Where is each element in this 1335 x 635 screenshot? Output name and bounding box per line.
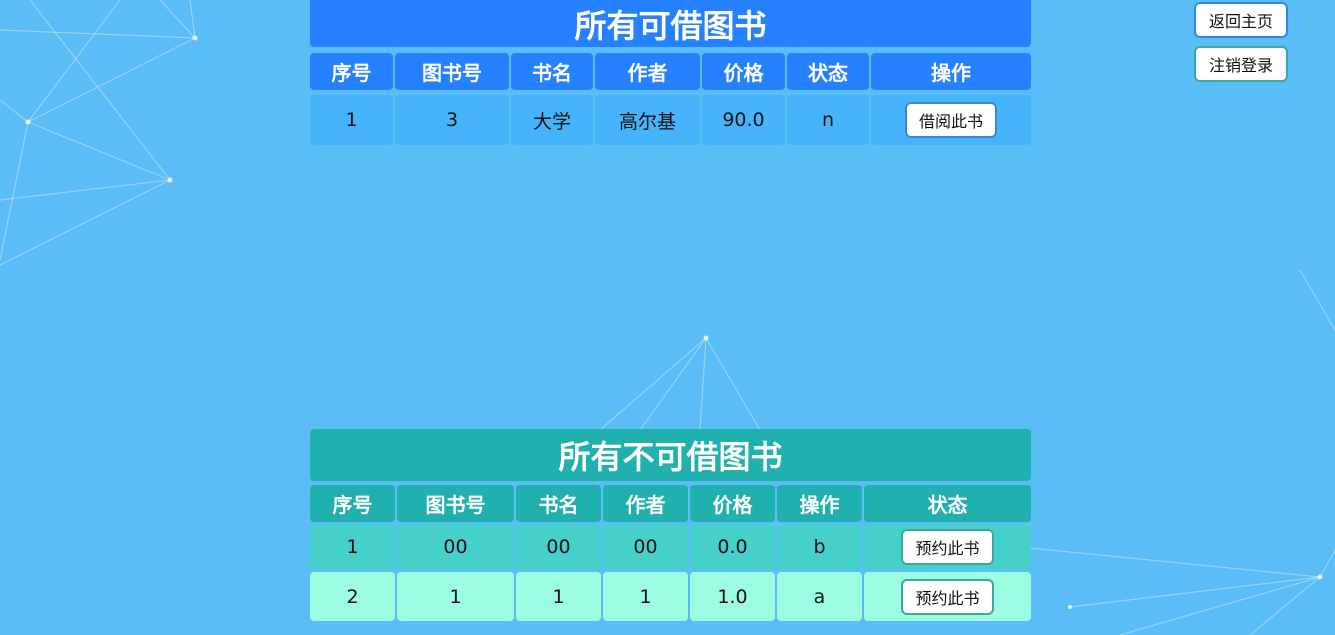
table-row: 1 3 大学 高尔基 90.0 n 借阅此书 <box>310 95 1031 145</box>
reserve-book-button[interactable]: 预约此书 <box>901 529 994 565</box>
cell-author: 1 <box>603 572 688 621</box>
borrowable-header-row: 序号 图书号 书名 作者 价格 状态 操作 <box>310 53 1031 90</box>
header-index: 序号 <box>310 485 395 522</box>
borrowable-books-title: 所有可借图书 <box>310 0 1031 47</box>
header-book-name: 书名 <box>511 53 593 90</box>
header-action: 操作 <box>777 485 862 522</box>
cell-status: a <box>777 572 862 621</box>
borrowable-books-panel: 所有可借图书 序号 图书号 书名 作者 价格 状态 操作 1 3 大学 高尔基 … <box>310 0 1031 145</box>
header-price: 价格 <box>690 485 775 522</box>
reserve-book-button[interactable]: 预约此书 <box>901 578 994 615</box>
cell-index: 1 <box>310 95 393 145</box>
cell-action: 预约此书 <box>864 524 1031 570</box>
cell-index: 2 <box>310 572 395 621</box>
cell-author: 00 <box>603 524 688 570</box>
header-author: 作者 <box>603 485 688 522</box>
cell-book-name: 大学 <box>511 95 593 145</box>
cell-status: b <box>777 524 862 570</box>
borrow-book-button[interactable]: 借阅此书 <box>904 102 997 138</box>
header-book-no: 图书号 <box>397 485 514 522</box>
cell-book-name: 1 <box>516 572 601 621</box>
table-row: 1 00 00 00 0.0 b 预约此书 <box>310 524 1031 570</box>
unavailable-books-title: 所有不可借图书 <box>310 429 1031 481</box>
cell-price: 0.0 <box>690 524 775 570</box>
logout-button[interactable]: 注销登录 <box>1194 46 1288 82</box>
table-row: 2 1 1 1 1.0 a 预约此书 <box>310 572 1031 621</box>
header-price: 价格 <box>702 53 785 90</box>
header-index: 序号 <box>310 53 393 90</box>
cell-action: 预约此书 <box>864 572 1031 621</box>
header-status: 状态 <box>864 485 1031 522</box>
cell-author: 高尔基 <box>595 95 700 145</box>
header-author: 作者 <box>595 53 700 90</box>
back-to-home-button[interactable]: 返回主页 <box>1194 2 1288 38</box>
cell-book-no: 00 <box>397 524 514 570</box>
unavailable-header-row: 序号 图书号 书名 作者 价格 操作 状态 <box>310 485 1031 522</box>
unavailable-books-panel: 所有不可借图书 序号 图书号 书名 作者 价格 操作 状态 1 00 00 00… <box>310 429 1031 621</box>
header-book-name: 书名 <box>516 485 601 522</box>
cell-book-name: 00 <box>516 524 601 570</box>
header-status: 状态 <box>787 53 869 90</box>
cell-price: 1.0 <box>690 572 775 621</box>
header-book-no: 图书号 <box>395 53 509 90</box>
cell-status: n <box>787 95 869 145</box>
cell-book-no: 3 <box>395 95 509 145</box>
cell-book-no: 1 <box>397 572 514 621</box>
cell-action: 借阅此书 <box>871 95 1031 145</box>
cell-index: 1 <box>310 524 395 570</box>
cell-price: 90.0 <box>702 95 785 145</box>
header-action: 操作 <box>871 53 1031 90</box>
